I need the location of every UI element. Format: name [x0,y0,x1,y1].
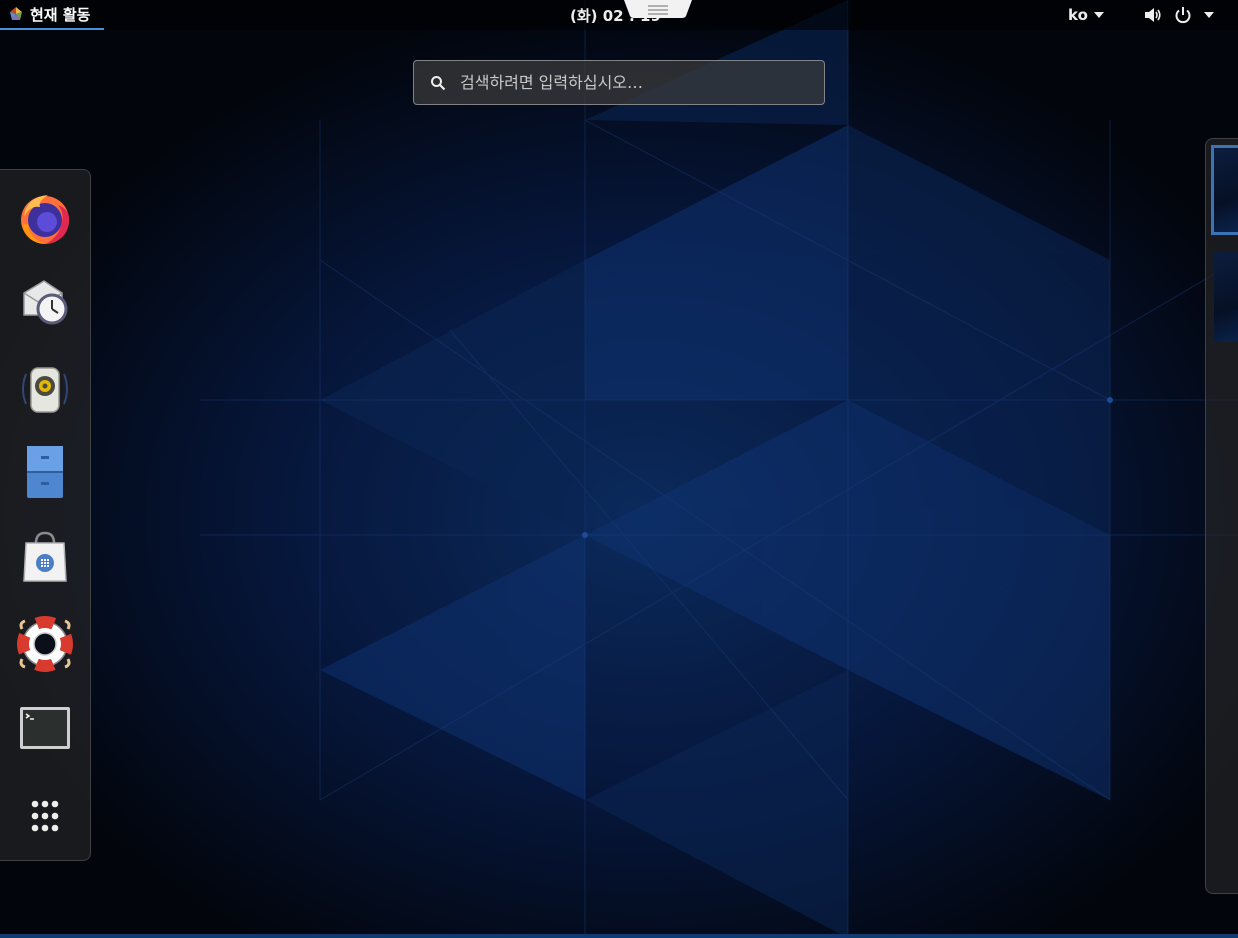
activities-label: 현재 활동 [30,5,91,24]
chevron-down-icon [1093,12,1104,18]
top-bar: 현재 활동 (화) 02 : 19 ko [0,0,1238,30]
show-applications-icon [31,800,59,832]
power-icon [1175,7,1191,24]
workspace-thumbnail-2[interactable] [1214,252,1238,342]
volume-icon [1145,8,1161,22]
gnome-overview: 현재 활동 (화) 02 : 19 ko [0,0,1238,938]
firefox-icon [21,195,69,244]
dash-item-evolution[interactable] [9,266,81,334]
dash-item-terminal[interactable] [9,694,81,762]
dash-item-files[interactable] [9,437,81,505]
help-lifebuoy-icon [17,616,73,672]
rhythmbox-speaker-icon [22,367,68,413]
terminal-icon [20,707,70,749]
software-bag-icon [23,531,67,582]
language-label: ko [1068,6,1088,24]
desktop-wallpaper [0,0,1238,938]
workspace-switcher [1205,138,1238,894]
system-menu[interactable] [1144,0,1214,30]
dash-item-help[interactable] [9,610,81,678]
search-box[interactable] [413,60,825,105]
search-icon [431,75,446,90]
notification-tab-icon[interactable] [624,0,692,18]
evolution-mail-clock-icon [23,280,68,325]
activities-logo-icon [10,7,22,20]
dash-favorites [0,169,91,861]
activities-button[interactable]: 현재 활동 [0,0,105,30]
input-language-menu[interactable]: ko [1068,0,1104,30]
workspace-thumbnail-1[interactable] [1211,145,1238,235]
screen-edge [0,934,1238,938]
chevron-down-icon [1204,12,1214,18]
search-input[interactable] [458,72,822,93]
files-cabinet-icon [27,446,63,498]
dash-item-rhythmbox[interactable] [9,355,81,423]
dash-item-software[interactable] [9,522,81,590]
dash-item-firefox[interactable] [9,184,81,252]
show-applications-button[interactable] [9,782,81,850]
